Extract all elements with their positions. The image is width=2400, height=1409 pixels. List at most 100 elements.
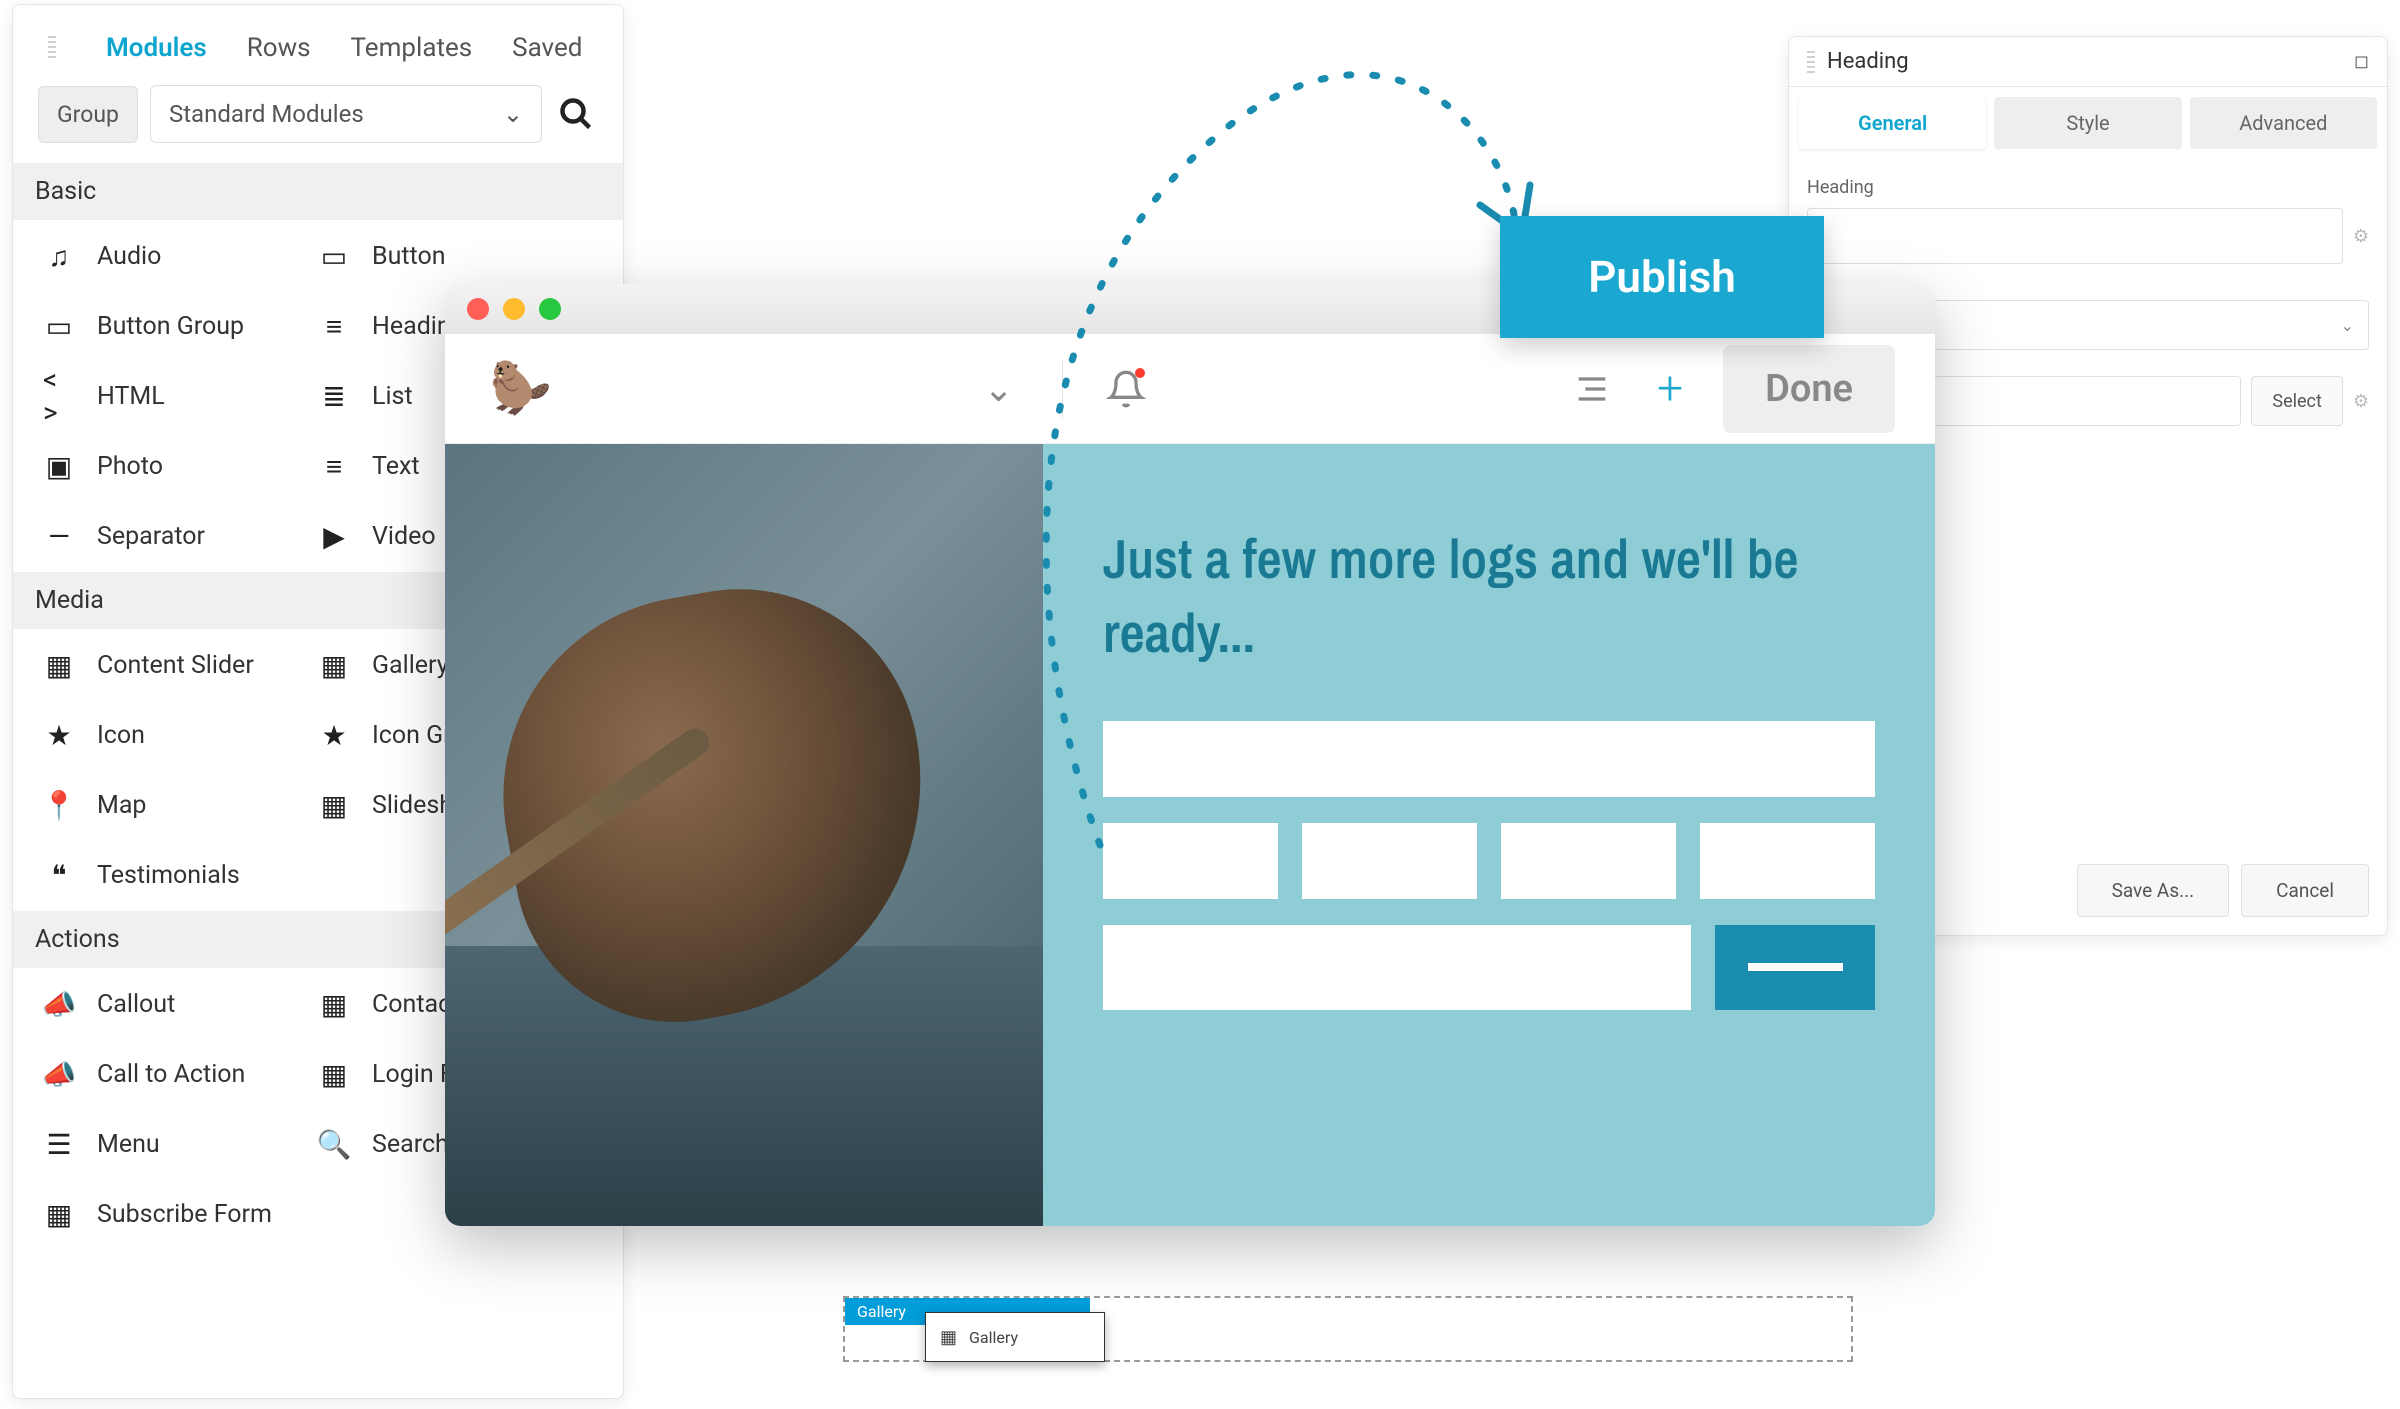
testimonials-icon: ❝ bbox=[43, 859, 75, 891]
gallery-icon: ▦ bbox=[940, 1327, 957, 1348]
module-callout[interactable]: 📣Callout bbox=[43, 988, 318, 1020]
module-label: Button Group bbox=[97, 312, 244, 341]
gallery-drop-zone[interactable]: Gallery ▦ Gallery bbox=[843, 1296, 1853, 1362]
module-label: Photo bbox=[97, 452, 163, 481]
form-input[interactable] bbox=[1501, 823, 1676, 899]
module-label: Menu bbox=[97, 1130, 160, 1159]
outline-icon[interactable] bbox=[1567, 364, 1617, 414]
module-menu[interactable]: ☰Menu bbox=[43, 1128, 318, 1160]
module-label: Search bbox=[372, 1130, 449, 1159]
save-as-button[interactable]: Save As... bbox=[2077, 864, 2230, 917]
module-subscribe-form[interactable]: ▦Subscribe Form bbox=[43, 1198, 318, 1230]
tab-general[interactable]: General bbox=[1799, 97, 1986, 149]
gear-icon[interactable]: ⚙ bbox=[2353, 226, 2369, 247]
beaver-logo-icon[interactable]: 🦫 bbox=[485, 353, 557, 425]
tab-templates[interactable]: Templates bbox=[351, 33, 473, 63]
group-select[interactable]: Standard Modules ⌄ bbox=[150, 85, 542, 143]
drag-item-label: Gallery bbox=[969, 1328, 1018, 1347]
module-testimonials[interactable]: ❝ Testimonials bbox=[43, 859, 318, 891]
search-button[interactable] bbox=[554, 92, 598, 136]
heading-header: Heading ◻ bbox=[1789, 37, 2387, 87]
section-basic: Basic bbox=[13, 163, 623, 220]
module-icon[interactable]: ★ Icon bbox=[43, 719, 318, 751]
button-icon: ▭ bbox=[318, 240, 350, 272]
module-label: Button bbox=[372, 242, 446, 271]
link-select-button[interactable]: Select bbox=[2251, 376, 2342, 426]
group-button[interactable]: Group bbox=[38, 86, 138, 143]
drag-handle-icon[interactable] bbox=[48, 36, 56, 60]
module-label: Gallery bbox=[372, 651, 449, 680]
form-input[interactable] bbox=[1302, 823, 1477, 899]
heading-icon: ≡ bbox=[318, 310, 350, 342]
content-column: Just a few more logs and we'll be ready.… bbox=[1043, 444, 1935, 1226]
module-label: Callout bbox=[97, 990, 175, 1019]
minimize-icon[interactable] bbox=[503, 298, 525, 320]
drag-handle-icon[interactable] bbox=[1807, 51, 1815, 73]
form-input[interactable] bbox=[1700, 823, 1875, 899]
notification-dot-icon bbox=[1135, 368, 1145, 378]
page-headline: Just a few more logs and we'll be ready.… bbox=[1103, 522, 1875, 671]
login-form-icon: ▦ bbox=[318, 1058, 350, 1090]
tab-saved[interactable]: Saved bbox=[512, 33, 582, 63]
contact-form-icon: ▦ bbox=[318, 988, 350, 1020]
search-icon: 🔍 bbox=[318, 1128, 350, 1160]
module-label: Icon bbox=[97, 721, 145, 750]
heading-field-label: Heading bbox=[1807, 177, 2369, 198]
form-input[interactable] bbox=[1103, 823, 1278, 899]
tab-advanced[interactable]: Advanced bbox=[2190, 97, 2377, 149]
cancel-button[interactable]: Cancel bbox=[2241, 864, 2369, 917]
map-icon: 📍 bbox=[43, 789, 75, 821]
content-slider-icon: ▦ bbox=[43, 649, 75, 681]
cta-icon: 📣 bbox=[43, 1058, 75, 1090]
form-input[interactable] bbox=[1103, 925, 1691, 1010]
module-button-group[interactable]: ▭Button Group bbox=[43, 310, 318, 342]
heading-input[interactable] bbox=[1807, 208, 2343, 264]
heading-field: Heading ⚙ bbox=[1789, 159, 2387, 282]
list-icon: ≣ bbox=[318, 380, 350, 412]
tab-style[interactable]: Style bbox=[1994, 97, 2181, 149]
module-photo[interactable]: ▣ Photo bbox=[43, 450, 318, 482]
panel-title: Heading bbox=[1827, 49, 2354, 74]
module-cta[interactable]: 📣Call to Action bbox=[43, 1058, 318, 1090]
separator-icon: — bbox=[43, 520, 75, 552]
tab-modules[interactable]: Modules bbox=[106, 33, 207, 63]
popout-icon[interactable]: ◻ bbox=[2354, 51, 2369, 72]
close-icon[interactable] bbox=[467, 298, 489, 320]
text-icon: ≡ bbox=[318, 450, 350, 482]
divider bbox=[1062, 359, 1063, 419]
module-html[interactable]: < > HTML bbox=[43, 380, 318, 412]
group-select-value: Standard Modules bbox=[169, 100, 364, 128]
hero-image bbox=[445, 444, 1043, 1226]
module-label: HTML bbox=[97, 382, 165, 411]
tab-rows[interactable]: Rows bbox=[247, 33, 311, 63]
gear-icon[interactable]: ⚙ bbox=[2353, 391, 2369, 412]
chevron-down-icon[interactable]: ⌄ bbox=[974, 364, 1024, 414]
module-map[interactable]: 📍 Map bbox=[43, 789, 318, 821]
photo-icon: ▣ bbox=[43, 450, 75, 482]
filter-row: Group Standard Modules ⌄ bbox=[13, 85, 623, 163]
audio-icon: ♫ bbox=[43, 240, 75, 272]
done-button[interactable]: Done bbox=[1723, 345, 1895, 433]
module-content-slider[interactable]: ▦ Content Slider bbox=[43, 649, 318, 681]
module-separator[interactable]: — Separator bbox=[43, 520, 318, 552]
module-button[interactable]: ▭ Button bbox=[318, 240, 593, 272]
icon-icon: ★ bbox=[43, 719, 75, 751]
module-label: Video bbox=[372, 522, 436, 551]
maximize-icon[interactable] bbox=[539, 298, 561, 320]
bell-icon[interactable] bbox=[1101, 364, 1151, 414]
builder-toolbar: 🦫 ⌄ + Done bbox=[445, 334, 1935, 444]
module-label: Map bbox=[97, 791, 146, 820]
form-input-full[interactable] bbox=[1103, 721, 1875, 797]
gallery-drag-item[interactable]: ▦ Gallery bbox=[925, 1312, 1105, 1362]
html-icon: < > bbox=[43, 380, 75, 412]
preview-body: Just a few more logs and we'll be ready.… bbox=[445, 444, 1935, 1226]
module-label: Testimonials bbox=[97, 861, 240, 890]
add-icon[interactable]: + bbox=[1645, 364, 1695, 414]
chevron-down-icon: ⌄ bbox=[503, 100, 523, 128]
module-label: Separator bbox=[97, 522, 205, 551]
preview-window: 🦫 ⌄ + Done Just a few more logs and we'l… bbox=[445, 284, 1935, 1226]
publish-button[interactable]: Publish bbox=[1500, 216, 1824, 338]
module-audio[interactable]: ♫Audio bbox=[43, 240, 318, 272]
module-label: Content Slider bbox=[97, 651, 254, 680]
submit-button[interactable] bbox=[1715, 925, 1875, 1010]
